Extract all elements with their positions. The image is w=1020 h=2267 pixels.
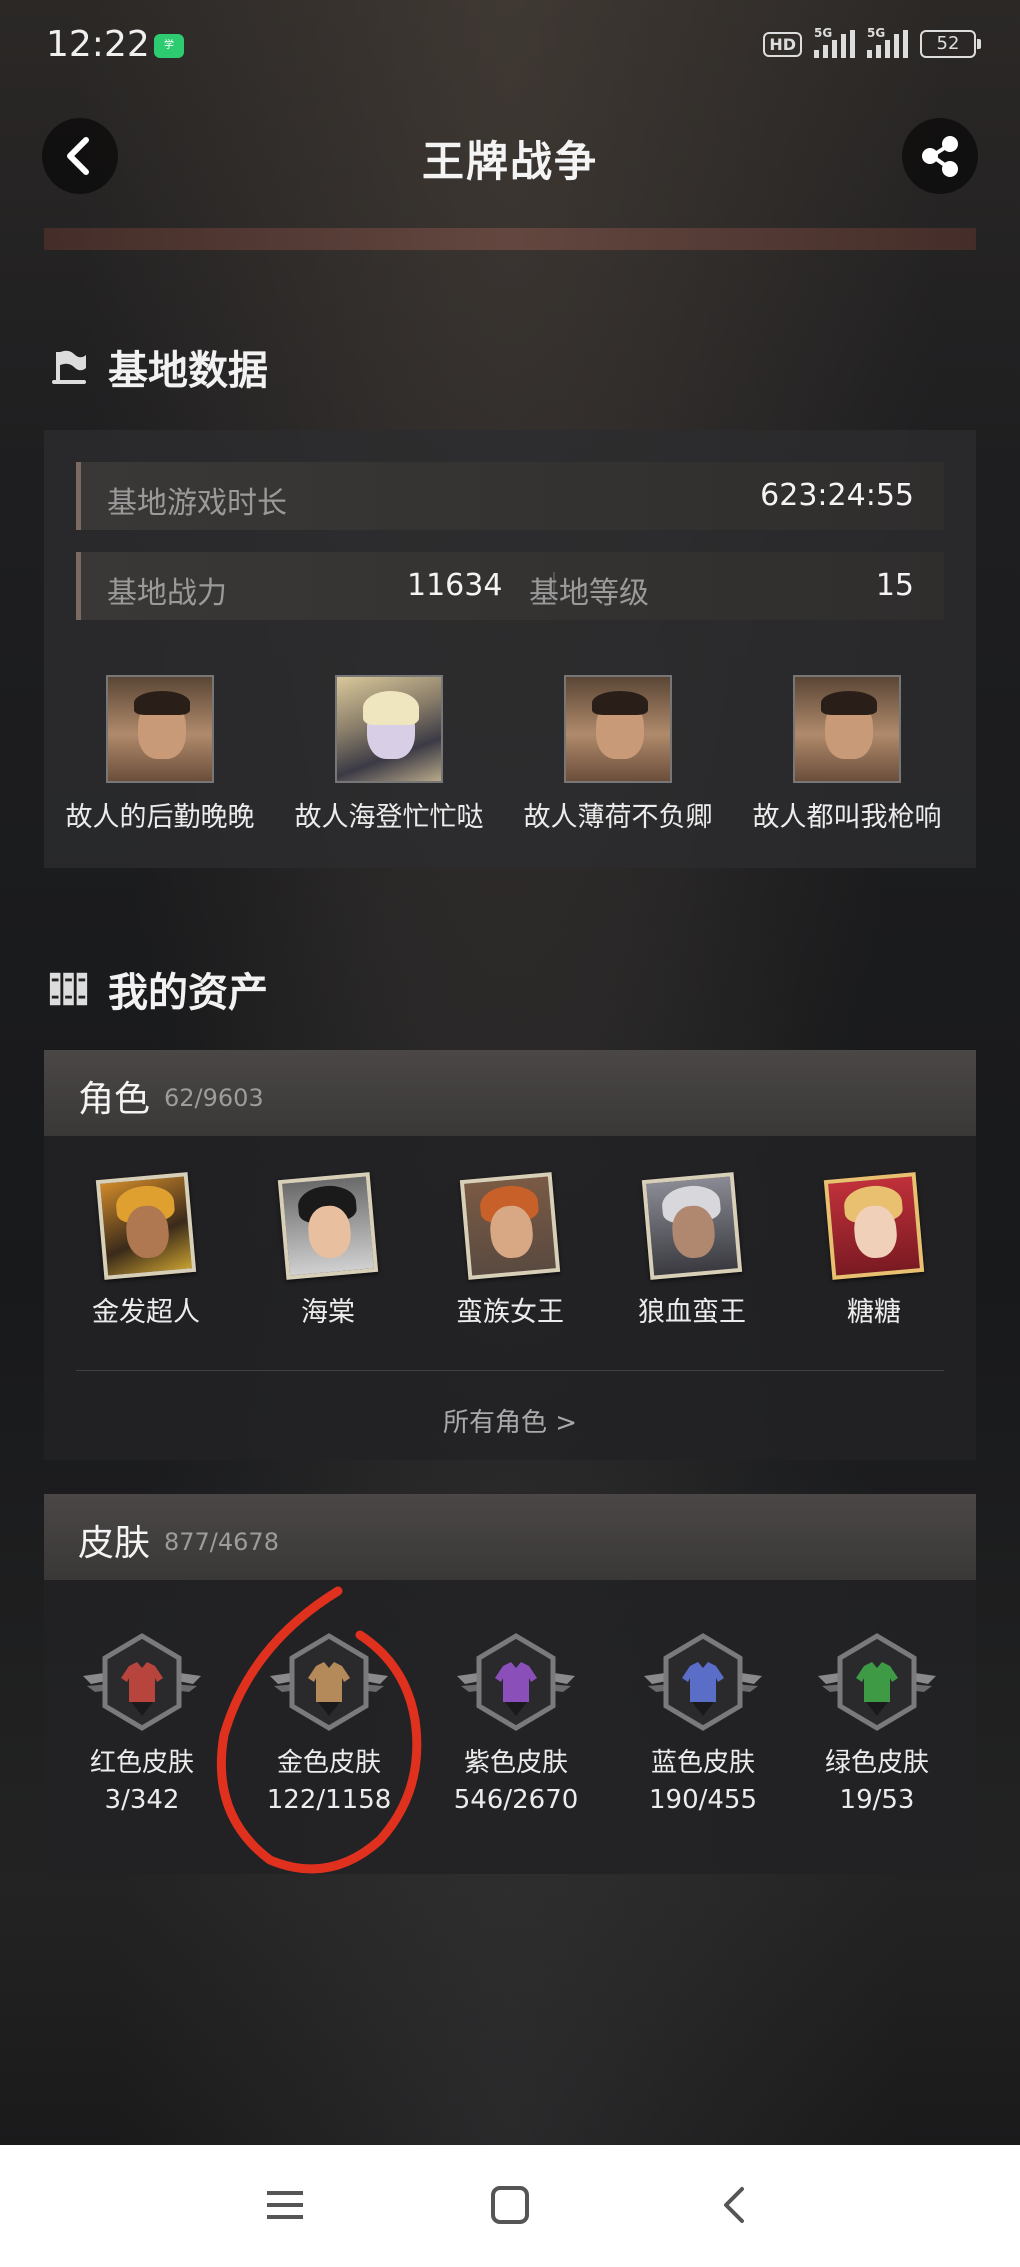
skin-name: 红色皮肤 bbox=[89, 1748, 194, 1778]
skin-name: 蓝色皮肤 bbox=[650, 1748, 755, 1778]
friend-item[interactable]: 故人的后勤晚晚 bbox=[55, 675, 265, 834]
roles-count: 62/9603 bbox=[164, 1084, 264, 1112]
play-time-label: 基地游戏时长 bbox=[107, 486, 287, 521]
page-title: 王牌战争 bbox=[421, 137, 598, 186]
role-portrait bbox=[459, 1172, 561, 1280]
role-name: 糖糖 bbox=[847, 1297, 901, 1328]
friend-name: 故人的后勤晚晚 bbox=[65, 802, 255, 833]
signal-icon: 5G bbox=[814, 26, 855, 58]
hd-icon: HD bbox=[763, 31, 802, 57]
role-portrait bbox=[641, 1172, 743, 1280]
signal-type-label-2: 5G bbox=[867, 26, 886, 40]
skins-panel: 皮肤 877/4678 红色皮肤 3/342 金色皮肤 122/1158 紫色皮… bbox=[44, 1494, 976, 1874]
friend-item[interactable]: 故人薄荷不负卿 bbox=[513, 675, 723, 834]
books-icon bbox=[48, 968, 90, 1010]
skins-count: 877/4678 bbox=[164, 1528, 279, 1556]
status-time: 12:22 bbox=[46, 24, 150, 65]
level-value: 15 bbox=[875, 568, 914, 603]
shirt-badge-icon bbox=[812, 1632, 942, 1732]
share-button[interactable] bbox=[902, 118, 978, 194]
role-item[interactable]: 金发超人 bbox=[61, 1172, 231, 1329]
status-bar: 12:22 学 HD 5G 5G 52 bbox=[0, 0, 1020, 96]
assets-heading: 我的资产 bbox=[48, 960, 268, 1018]
role-portrait bbox=[823, 1172, 925, 1280]
assets-title: 我的资产 bbox=[108, 970, 268, 1016]
menu-icon bbox=[267, 2191, 303, 2219]
signal-type-label: 5G bbox=[814, 26, 833, 40]
avatar bbox=[793, 675, 901, 783]
battery-icon: 52 bbox=[920, 30, 981, 58]
power-level-row: 基地战力 11634 基地等级 15 bbox=[76, 552, 944, 620]
share-icon bbox=[922, 136, 958, 177]
friend-name: 故人海登忙忙哒 bbox=[294, 802, 484, 833]
play-time-row: 基地游戏时长 623:24:55 bbox=[76, 462, 944, 530]
shirt-badge-icon bbox=[451, 1632, 581, 1732]
flag-icon bbox=[48, 346, 90, 388]
shirt-badge-icon bbox=[638, 1632, 768, 1732]
role-item[interactable]: 蛮族女王 bbox=[425, 1172, 595, 1329]
home-button[interactable] bbox=[480, 2175, 540, 2235]
divider bbox=[76, 1370, 944, 1371]
skin-item-blue[interactable]: 蓝色皮肤 190/455 bbox=[608, 1632, 798, 1815]
friend-item[interactable]: 故人都叫我枪响 bbox=[742, 675, 952, 834]
menu-button[interactable] bbox=[255, 2175, 315, 2235]
role-name: 蛮族女王 bbox=[456, 1297, 564, 1328]
skin-count: 3/342 bbox=[104, 1785, 180, 1815]
role-name: 狼血蛮王 bbox=[638, 1297, 746, 1328]
role-portrait bbox=[95, 1172, 197, 1280]
role-item[interactable]: 狼血蛮王 bbox=[607, 1172, 777, 1329]
role-portrait bbox=[277, 1172, 379, 1280]
skins-title: 皮肤 bbox=[78, 1523, 151, 1564]
power-label: 基地战力 bbox=[107, 576, 227, 611]
role-item[interactable]: 海棠 bbox=[243, 1172, 413, 1329]
base-data-heading: 基地数据 bbox=[48, 338, 268, 396]
skin-name: 绿色皮肤 bbox=[824, 1748, 929, 1778]
friend-name: 故人都叫我枪响 bbox=[752, 802, 942, 833]
system-icons: HD 5G 5G 52 bbox=[763, 26, 981, 58]
skin-item-green[interactable]: 绿色皮肤 19/53 bbox=[782, 1632, 972, 1815]
signal-icon-2: 5G bbox=[867, 26, 908, 58]
play-time-value: 623:24:55 bbox=[760, 478, 914, 513]
power-value: 11634 bbox=[407, 568, 503, 603]
roles-title: 角色 bbox=[78, 1079, 151, 1120]
skin-item-purple[interactable]: 紫色皮肤 546/2670 bbox=[421, 1632, 611, 1815]
square-icon bbox=[491, 2186, 529, 2224]
avatar bbox=[564, 675, 672, 783]
triangle-back-icon bbox=[724, 2187, 744, 2223]
role-item[interactable]: 糖糖 bbox=[789, 1172, 959, 1329]
skin-count: 19/53 bbox=[839, 1785, 915, 1815]
role-name: 金发超人 bbox=[92, 1297, 200, 1328]
app-notification-icon: 学 bbox=[154, 34, 184, 58]
skin-count: 190/455 bbox=[648, 1785, 757, 1815]
base-data-panel: 基地游戏时长 623:24:55 基地战力 11634 基地等级 15 故人的后… bbox=[44, 430, 976, 868]
base-data-title: 基地数据 bbox=[108, 348, 268, 394]
roles-panel: 角色 62/9603 金发超人 海棠 蛮族女王 狼血蛮王 糖糖 所有角色 > bbox=[44, 1050, 976, 1460]
all-roles-link[interactable]: 所有角色 > bbox=[44, 1402, 976, 1439]
nav-back-button[interactable] bbox=[704, 2175, 764, 2235]
role-name: 海棠 bbox=[301, 1297, 355, 1328]
level-label: 基地等级 bbox=[529, 576, 649, 611]
header-banner bbox=[44, 228, 976, 250]
skin-item-red[interactable]: 红色皮肤 3/342 bbox=[47, 1632, 237, 1815]
friend-item[interactable]: 故人海登忙忙哒 bbox=[284, 675, 494, 834]
annotation-circle bbox=[216, 1586, 422, 1874]
skins-header: 皮肤 877/4678 bbox=[44, 1494, 976, 1580]
shirt-badge-icon bbox=[77, 1632, 207, 1732]
friend-name: 故人薄荷不负卿 bbox=[523, 802, 713, 833]
skin-name: 紫色皮肤 bbox=[463, 1748, 568, 1778]
system-nav-bar bbox=[0, 2145, 1020, 2267]
avatar bbox=[335, 675, 443, 783]
skin-count: 546/2670 bbox=[453, 1785, 579, 1815]
avatar bbox=[106, 675, 214, 783]
roles-header: 角色 62/9603 bbox=[44, 1050, 976, 1136]
